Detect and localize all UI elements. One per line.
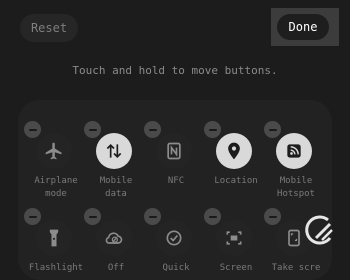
airplane-icon <box>36 133 72 169</box>
remove-icon[interactable] <box>204 121 221 138</box>
remove-icon[interactable] <box>84 208 101 225</box>
mobile-data-icon <box>96 133 132 169</box>
cloud-off-icon <box>96 220 132 256</box>
location-icon <box>216 133 252 169</box>
hotspot-icon <box>276 133 312 169</box>
nfc-icon <box>156 133 192 169</box>
remove-icon[interactable] <box>84 121 101 138</box>
reset-button[interactable]: Reset <box>20 14 78 42</box>
remove-icon[interactable] <box>24 121 41 138</box>
screen-icon <box>216 220 252 256</box>
remove-icon[interactable] <box>144 121 161 138</box>
tile-label: Take scre <box>271 263 321 273</box>
remove-icon[interactable] <box>264 208 281 225</box>
remove-icon[interactable] <box>24 208 41 225</box>
quick-share-icon <box>156 220 192 256</box>
flashlight-icon <box>36 220 72 256</box>
watermark-logo-icon <box>305 215 333 245</box>
done-button[interactable]: Done <box>277 14 329 40</box>
done-button-highlight: Done <box>271 8 339 46</box>
tile-label: Mobile Hotspot <box>277 176 315 199</box>
instruction-text: Touch and hold to move buttons. <box>72 64 278 77</box>
remove-icon[interactable] <box>204 208 221 225</box>
edit-buttons-screen: Reset Done Touch and hold to move button… <box>0 0 350 280</box>
remove-icon[interactable] <box>144 208 161 225</box>
remove-icon[interactable] <box>264 121 281 138</box>
